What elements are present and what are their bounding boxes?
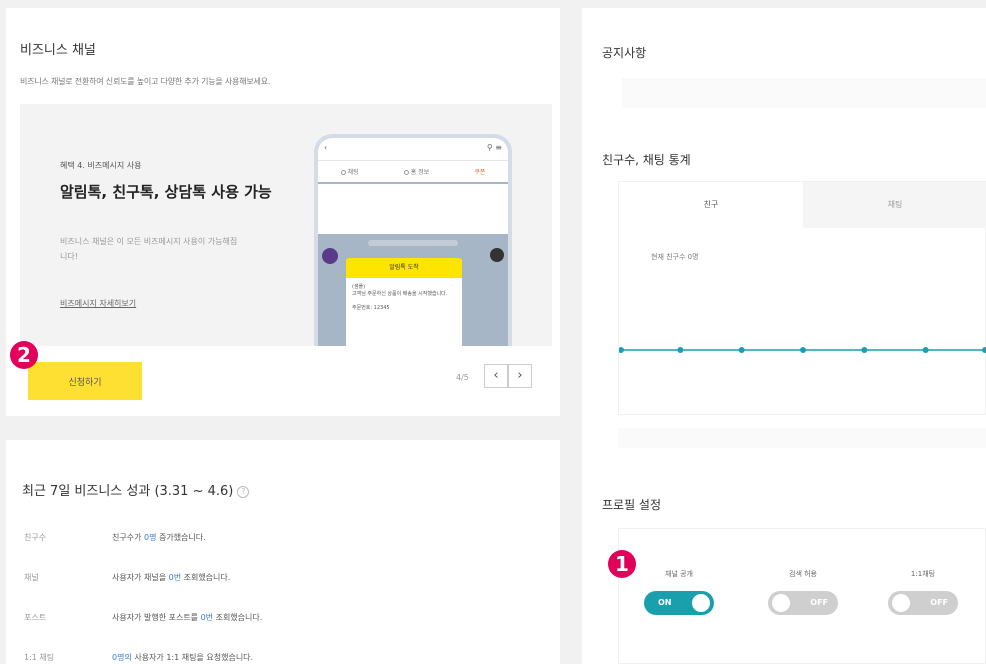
avatar [490,248,504,262]
performance-label: 채널 [24,573,39,582]
toggle-switch[interactable]: OFF [768,591,838,615]
chart-point [738,347,745,353]
home-icon [403,170,409,175]
business-channel-title: 비즈니스 채널 [20,43,96,58]
performance-value: 친구수가 0명 증가했습니다. [112,533,206,542]
toggle-group: 1:1채팅 OFF [883,569,963,615]
chart-point [922,347,929,353]
phone-bubble-title: 알림톡 도착 [346,258,462,278]
toggle-group: 검색 허용 OFF [763,569,843,615]
benefit-headline: 알림톡, 친구톡, 상담톡 사용 가능 [60,183,272,201]
toggle-label: 검색 허용 [789,570,817,578]
phone-tab-coupon: 쿠폰 [474,169,486,176]
chart-point [861,347,868,353]
chart-point [982,347,986,353]
notice-title: 공지사항 [602,46,647,60]
toggle-label: 채널 공개 [665,570,693,578]
chevron-left-icon[interactable]: ‹ [484,364,508,388]
phone-tab-home: 홈 정보 [410,169,430,176]
search-menu-icon: ⚲ ≡ [486,143,502,152]
bizmessage-detail-link[interactable]: 비즈메시지 자세히보기 [60,298,136,309]
toggle-switch[interactable]: ON [644,591,714,615]
chart-point [619,347,624,353]
performance-label: 포스트 [24,613,47,622]
performance-value: 사용자가 발행한 포스트를 0번 조회했습니다. [112,613,263,622]
profile-title: 프로필 설정 [602,498,662,512]
toggle-label: 1:1채팅 [910,570,936,578]
chart-point [800,347,806,353]
back-arrow-icon: ‹ [324,143,328,152]
phone-mockup-image: ‹ ⚲ ≡ 채팅 홈 정보 쿠폰 알림톡 도착 (샘플) 고객님 주문하신 상품… [314,134,512,346]
performance-value: 사용자가 채널을 0번 조회했습니다. [112,573,231,582]
recent-performance-title: 최근 7일 비즈니스 성과 (3.31 ~ 4.6) [22,484,234,499]
profile-settings-panel: 채널 공개 ON 검색 허용 OFF 1:1채팅 OFF [618,528,986,664]
friends-count-text: 현재 친구수 0명 [651,253,699,261]
right-panel: 공지사항 친구수, 채팅 통계 친구 채팅 현재 친구수 0명 프로필 설정 채… [582,8,986,664]
marker-badge-2: 2 [10,341,38,369]
chevron-right-icon[interactable]: › [508,364,532,388]
avatar [322,248,338,264]
tab-friends[interactable]: 친구 [619,182,803,228]
tab-chat[interactable]: 채팅 [803,182,986,228]
phone-notice-text [318,184,508,234]
benefit-label: 혜택 4. 비즈메시지 사용 [60,161,142,170]
toggle-switch[interactable]: OFF [888,591,958,615]
stats-panel: 친구 채팅 현재 친구수 0명 [618,181,986,415]
recent-performance-card: 최근 7일 비즈니스 성과 (3.31 ~ 4.6)? 친구수 친구수가 0명 증… [6,440,560,664]
benefit-banner: 혜택 4. 비즈메시지 사용 알림톡, 친구톡, 상담톡 사용 가능 비즈니스 … [20,104,552,346]
performance-label: 1:1 채팅 [24,653,55,662]
chart-point [677,347,684,353]
performance-value: 0명의 사용자가 1:1 채팅을 요청했습니다. [112,653,254,662]
performance-label: 친구수 [24,533,47,542]
stats-title: 친구수, 채팅 통계 [602,153,691,167]
chat-icon [340,170,346,175]
notice-area [622,78,986,108]
business-channel-card: 비즈니스 채널 비즈니스 채널로 전환하여 신뢰도를 높이고 다양한 추가 기능… [6,8,560,416]
business-channel-description: 비즈니스 채널로 전환하여 신뢰도를 높이고 다양한 추가 기능을 사용해보세요… [20,77,271,86]
friends-line-chart [619,347,986,353]
benefit-subtext: 비즈니스 채널은 이 모든 비즈메시지 사용이 가능해집니다! [60,237,238,261]
marker-badge-1: 1 [608,550,636,578]
apply-button[interactable]: 신청하기 [28,362,142,400]
banner-page-indicator: 4/5 [456,373,469,382]
phone-tab-chat: 채팅 [347,169,359,176]
toggle-group: 채널 공개 ON [639,569,719,615]
help-icon[interactable]: ? [237,485,250,498]
phone-bubble-text: (샘플) 고객님 주문하신 상품이 배송을 시작했습니다. 주문번호: 1234… [346,278,462,346]
